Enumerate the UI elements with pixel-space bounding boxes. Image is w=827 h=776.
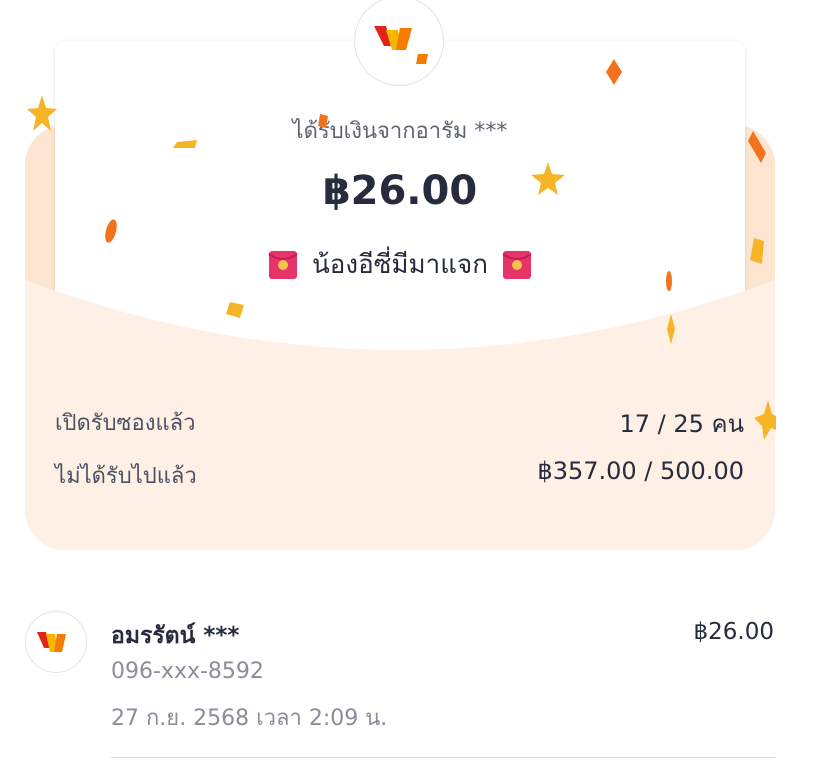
recipient-phone: 096-xxx-8592 xyxy=(111,659,264,684)
recipient-time: 27 ก.ย. 2568 เวลา 2:09 น. xyxy=(111,706,388,731)
ellipse-confetti-icon xyxy=(105,219,117,243)
rect-confetti-icon xyxy=(173,140,197,148)
recipient-amount: ฿26.00 xyxy=(693,619,774,645)
message-text: น้องอีซี่มีมาแจก xyxy=(312,250,488,280)
avatar xyxy=(25,611,87,673)
remaining-value: ฿357.00 / 500.00 xyxy=(537,457,744,485)
message-row: น้องอีซี่มีมาแจก xyxy=(0,244,800,285)
rect-confetti-icon xyxy=(318,114,328,128)
recipient-name: อมรรัตน์ *** xyxy=(111,623,240,649)
remaining-label: ไม่ได้รับไปแล้ว xyxy=(55,464,197,489)
rect-confetti-icon xyxy=(226,302,244,318)
divider xyxy=(111,757,775,758)
rect-confetti-icon xyxy=(667,314,675,344)
star-confetti-icon xyxy=(27,95,57,131)
brand-logo xyxy=(354,0,444,86)
rect-confetti-icon xyxy=(750,238,764,264)
diamond-confetti-icon xyxy=(748,131,766,163)
sender-line: ได้รับเงินจากอารัม *** xyxy=(292,119,508,144)
red-envelope-icon xyxy=(268,250,298,280)
star-confetti-icon xyxy=(754,400,776,440)
opened-label: เปิดรับซองแล้ว xyxy=(55,411,196,436)
received-amount: ฿26.00 xyxy=(322,168,478,214)
red-envelope-icon xyxy=(502,250,532,280)
diamond-confetti-icon xyxy=(606,59,622,85)
star-confetti-icon xyxy=(531,162,565,195)
opened-value: 17 / 25 คน xyxy=(619,410,744,438)
ellipse-confetti-icon xyxy=(666,271,672,291)
